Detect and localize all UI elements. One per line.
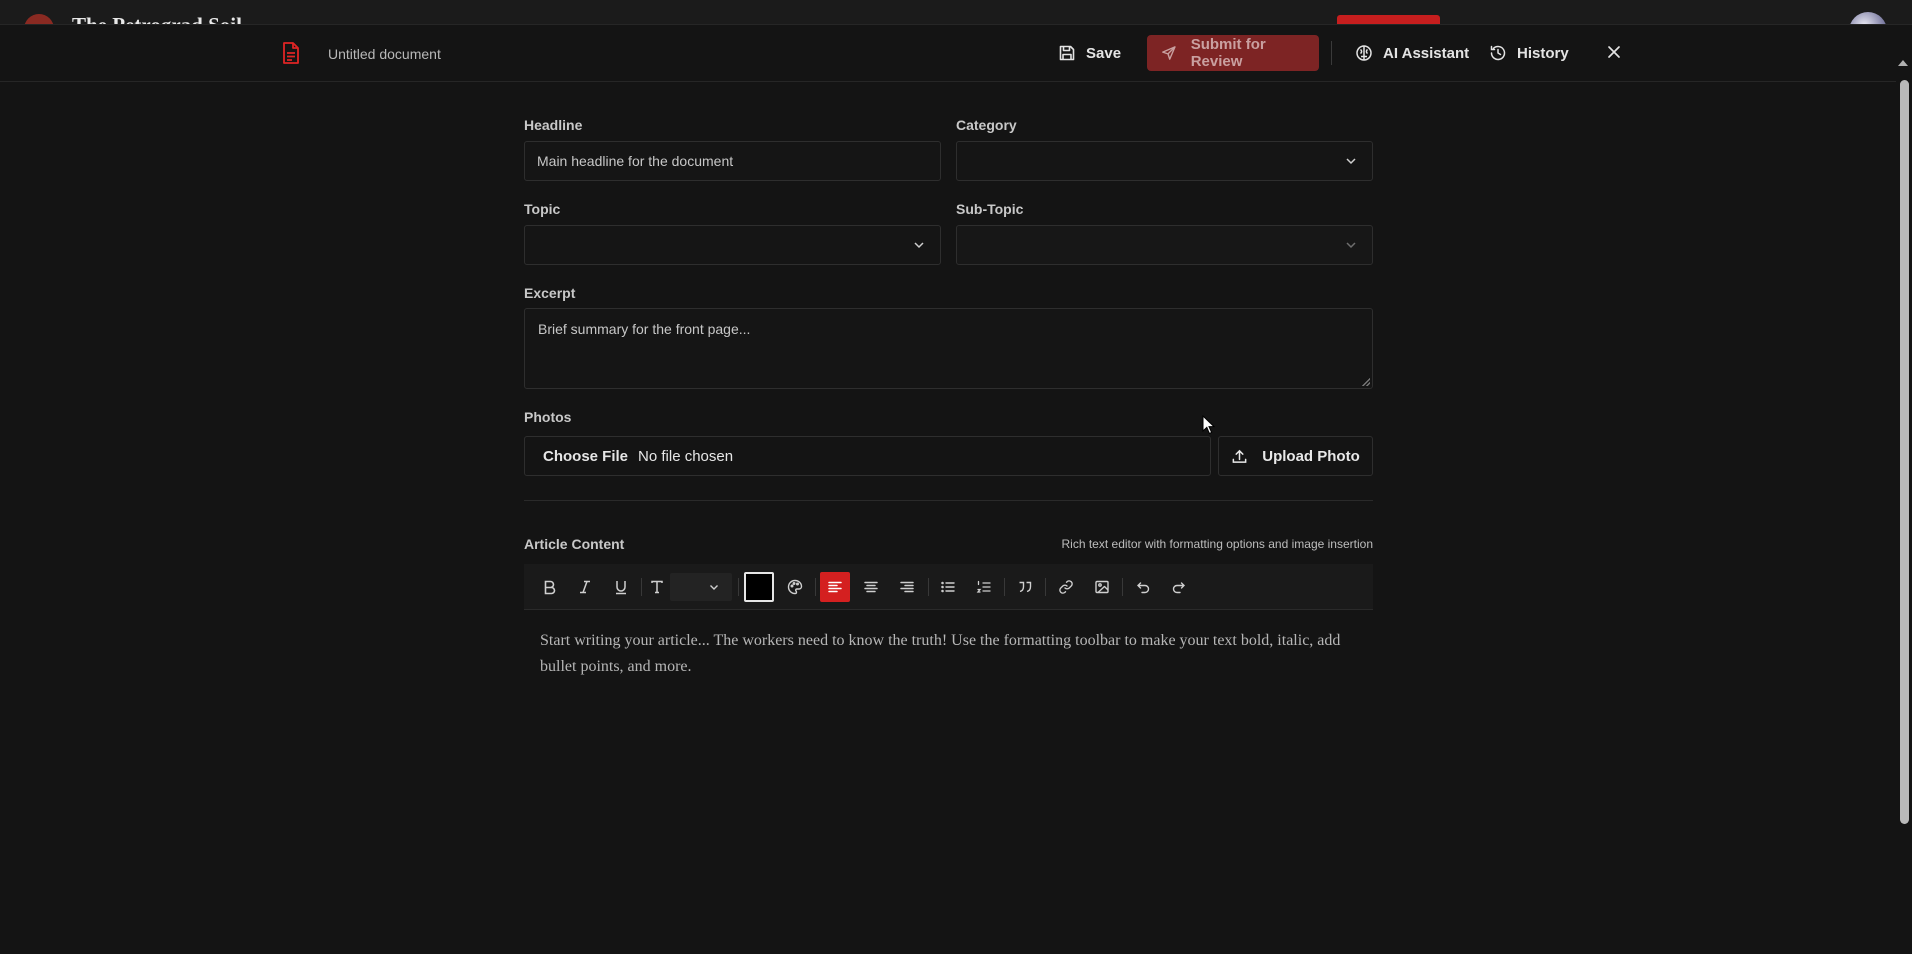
editor-hint: Rich text editor with formatting options… [1061, 537, 1374, 551]
headline-placeholder: Main headline for the document [537, 153, 734, 169]
chevron-down-icon [914, 242, 924, 249]
excerpt-textarea[interactable]: Brief summary for the front page... [524, 308, 1373, 389]
document-title: Untitled document [328, 46, 441, 62]
font-size-select[interactable] [670, 573, 732, 601]
scroll-up-arrow-icon[interactable] [1898, 60, 1908, 66]
file-status: No file chosen [638, 447, 734, 465]
editor-placeholder: Start writing your article... The worker… [540, 632, 1341, 675]
chevron-down-icon [1346, 242, 1356, 249]
redo-button[interactable] [1164, 572, 1194, 602]
toolbar-divider [928, 578, 929, 596]
history-icon [1490, 45, 1506, 61]
save-icon [1059, 45, 1075, 61]
toolbar-divider [1122, 578, 1123, 596]
history-button[interactable]: History [1489, 35, 1569, 71]
bullet-list-icon [941, 581, 955, 593]
topic-select[interactable] [524, 225, 941, 265]
avatar [1849, 12, 1887, 24]
headline-label: Headline [524, 117, 583, 133]
chevron-down-icon [710, 585, 718, 590]
underline-button[interactable] [606, 572, 636, 602]
excerpt-label: Excerpt [524, 285, 576, 301]
toolbar-divider [815, 578, 816, 596]
upload-icon [1232, 449, 1247, 463]
category-select[interactable] [956, 141, 1373, 181]
section-divider [524, 500, 1373, 501]
excerpt-placeholder: Brief summary for the front page... [538, 321, 751, 337]
undo-icon [1137, 582, 1150, 594]
save-label: Save [1086, 44, 1122, 62]
undo-button[interactable] [1128, 572, 1158, 602]
brain-icon [1356, 45, 1372, 61]
subtopic-select[interactable] [956, 225, 1373, 265]
scrollbar-thumb[interactable] [1900, 80, 1909, 824]
background-app-bar: The Petrograd Soil [0, 0, 1912, 24]
underline-icon [616, 581, 626, 595]
submit-label: Submit for Review [1190, 36, 1266, 70]
submit-for-review-button[interactable]: Submit for Review [1147, 35, 1319, 71]
align-center-button[interactable] [856, 572, 886, 602]
link-icon [1059, 580, 1073, 594]
article-editor[interactable]: Start writing your article... The worker… [524, 610, 1373, 910]
app-logo [24, 14, 54, 24]
header-divider [1331, 41, 1332, 65]
bold-icon [544, 580, 556, 595]
numbered-list-icon [976, 580, 991, 593]
text-type-icon [651, 580, 663, 594]
modal-header: Untitled document Save Submit for Review… [0, 25, 1912, 82]
align-right-button[interactable] [892, 572, 922, 602]
upload-photo-button[interactable]: Upload Photo [1218, 436, 1373, 476]
subtopic-label: Sub-Topic [956, 201, 1024, 217]
toolbar-divider [738, 578, 739, 596]
italic-button[interactable] [570, 572, 600, 602]
redo-icon [1172, 582, 1185, 594]
toolbar-divider [1004, 578, 1005, 596]
choose-file-button[interactable]: Choose File [543, 448, 628, 465]
chevron-down-icon [1346, 158, 1356, 165]
insert-link-button[interactable] [1051, 572, 1081, 602]
highlight-color-button[interactable] [780, 572, 810, 602]
toolbar-divider [1045, 578, 1046, 596]
file-input[interactable]: Choose File No file chosen [524, 436, 1211, 476]
ai-assistant-label: AI Assistant [1383, 44, 1470, 62]
background-red-button [1337, 15, 1440, 24]
font-style-button[interactable] [642, 572, 672, 602]
upload-photo-label: Upload Photo [1262, 447, 1360, 465]
article-content-label: Article Content [524, 536, 625, 552]
ai-assistant-button[interactable]: AI Assistant [1355, 35, 1469, 71]
resize-grip-icon[interactable] [1362, 378, 1370, 386]
history-label: History [1517, 44, 1569, 62]
close-button[interactable] [1601, 39, 1627, 65]
align-center-icon [864, 581, 878, 593]
palette-icon [787, 579, 803, 595]
quote-icon [1019, 581, 1032, 593]
document-icon [283, 42, 299, 64]
photos-label: Photos [524, 409, 572, 425]
insert-image-button[interactable] [1087, 572, 1117, 602]
headline-input[interactable]: Main headline for the document [524, 141, 941, 181]
align-right-icon [900, 581, 914, 593]
mouse-cursor-icon [1202, 415, 1216, 435]
editor-toolbar [524, 564, 1373, 610]
category-label: Category [956, 117, 1017, 133]
bold-button[interactable] [534, 572, 564, 602]
blockquote-button[interactable] [1010, 572, 1040, 602]
close-icon [1608, 46, 1620, 58]
topic-label: Topic [524, 201, 561, 217]
align-left-icon [828, 581, 842, 593]
italic-icon [580, 580, 590, 594]
numbered-list-button[interactable] [969, 572, 999, 602]
app-title: The Petrograd Soil [72, 13, 242, 24]
text-color-swatch[interactable] [744, 572, 774, 602]
bullet-list-button[interactable] [933, 572, 963, 602]
image-icon [1095, 580, 1109, 594]
align-left-button[interactable] [820, 572, 850, 602]
save-button[interactable]: Save [1058, 35, 1121, 71]
send-icon [1162, 46, 1176, 60]
